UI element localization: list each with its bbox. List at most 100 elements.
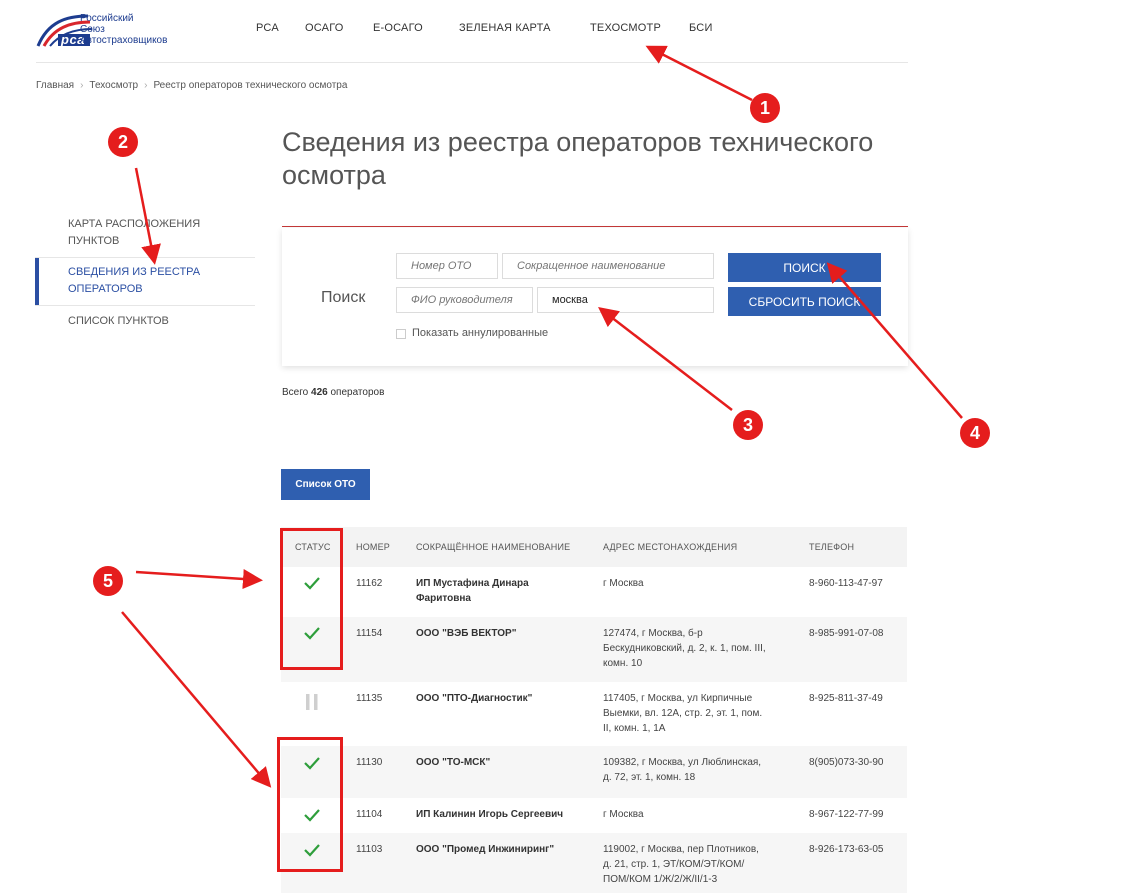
- row-number: 11104: [356, 809, 383, 820]
- row-address-line: 117405, г Москва, ул Кирпичные: [603, 693, 753, 704]
- nav-item-green-card[interactable]: ЗЕЛЕНАЯ КАРТА: [459, 22, 551, 34]
- breadcrumb-tehosmotr[interactable]: Техосмотр: [89, 80, 138, 91]
- row-address-line: д. 21, стр. 1, ЭТ/КОМ/ЭТ/КОМ/: [603, 859, 745, 870]
- director-name-input[interactable]: [396, 287, 533, 313]
- table-row[interactable]: 11135 ООО "ПТО-Диагностик" 117405, г Мос…: [281, 682, 907, 746]
- row-name-line: ООО "ТО-МСК": [416, 757, 491, 768]
- column-header-name: СОКРАЩЁННОЕ НАИМЕНОВАНИЕ: [416, 542, 571, 552]
- sidebar-item-map[interactable]: КАРТА РАСПОЛОЖЕНИЯ ПУНКТОВ: [35, 216, 255, 250]
- breadcrumb-current: Реестр операторов технического осмотра: [153, 80, 348, 91]
- row-address-line: д. 72, эт. 1, комн. 18: [603, 772, 696, 783]
- table-row[interactable]: 11130 ООО "ТО-МСК" 109382, г Москва, ул …: [281, 746, 907, 798]
- oto-list-button[interactable]: Список ОТО: [281, 469, 370, 500]
- row-address-line: 109382, г Москва, ул Люблинская,: [603, 757, 762, 768]
- nav-item-bsi[interactable]: БСИ: [689, 22, 713, 34]
- show-annulled-label: Показать аннулированные: [412, 327, 549, 339]
- annotation-arrow: [645, 45, 753, 102]
- annotation-arrow: [135, 569, 263, 589]
- row-name-line: ООО "ПТО-Диагностик": [416, 693, 533, 704]
- brand-name-line: Союз: [80, 24, 105, 35]
- row-number: 11130: [356, 757, 383, 768]
- row-phone: 8(905)073-30-90: [809, 757, 884, 768]
- sidebar-item-registry[interactable]: СВЕДЕНИЯ ИЗ РЕЕСТРА ОПЕРАТОРОВ: [35, 258, 255, 305]
- row-address-line: г Москва: [603, 578, 644, 589]
- row-address-line: 127474, г Москва, б-р: [603, 628, 703, 639]
- row-address-line: комн. 10: [603, 658, 643, 669]
- row-address-line: Бескудниковский, д. 2, к. 1, пом. III,: [603, 643, 766, 654]
- nav-item-tehosmotr[interactable]: ТЕХОСМОТР: [590, 22, 661, 34]
- row-address: 109382, г Москва, ул Люблинская, д. 72, …: [603, 755, 803, 785]
- column-header-phone: ТЕЛЕФОН: [809, 542, 855, 552]
- sidebar-item-label: СПИСОК ПУНКТОВ: [68, 315, 169, 327]
- sidebar-item-label: ОПЕРАТОРОВ: [68, 283, 143, 295]
- row-name-line: Фаритовна: [416, 593, 471, 604]
- row-name[interactable]: ИП Мустафина Динара Фаритовна: [416, 576, 596, 606]
- nav-item-osago[interactable]: ОСАГО: [305, 22, 344, 34]
- search-label: Поиск: [321, 289, 366, 306]
- total-count: 426: [311, 387, 328, 398]
- page-title: Сведения из реестра операторов техническ…: [282, 126, 922, 192]
- row-address: 119002, г Москва, пер Плотников, д. 21, …: [603, 842, 803, 887]
- search-button[interactable]: ПОИСК: [728, 253, 881, 282]
- row-address-line: 119002, г Москва, пер Плотников,: [603, 844, 759, 855]
- pause-icon: [306, 694, 318, 710]
- row-name[interactable]: ООО "Промед Инжиниринг": [416, 842, 606, 857]
- sidebar-item-label: ПУНКТОВ: [68, 235, 120, 247]
- table-row[interactable]: 11162 ИП Мустафина Динара Фаритовна г Мо…: [281, 567, 907, 617]
- row-name[interactable]: ООО "ТО-МСК": [416, 755, 596, 770]
- row-phone: 8-960-113-47-97: [809, 578, 883, 589]
- row-phone: 8-967-122-77-99: [809, 809, 884, 820]
- page-title-line: Сведения из реестра операторов техническ…: [282, 127, 874, 157]
- header-divider: [36, 62, 908, 63]
- brand-name-line: Автостраховщиков: [80, 35, 168, 46]
- results-total: Всего 426 операторов: [282, 387, 384, 398]
- row-name-line: ООО "Промед Инжиниринг": [416, 844, 555, 855]
- row-address-line: Выемки, вл. 12А, стр. 2, эт. 1, пом.: [603, 708, 763, 719]
- row-address-line: II, комн. 1, 1А: [603, 723, 666, 734]
- annotation-badge: 3: [733, 410, 763, 440]
- table-row[interactable]: 11103 ООО "Промед Инжиниринг" 119002, г …: [281, 833, 907, 893]
- annotation-badge: 5: [93, 566, 123, 596]
- row-name-line: ИП Мустафина Динара: [416, 578, 529, 589]
- nav-item-rsa[interactable]: РСА: [256, 22, 279, 34]
- annotation-arrow: [121, 611, 272, 788]
- chevron-right-icon: ›: [80, 80, 84, 91]
- sidebar-item-label: КАРТА РАСПОЛОЖЕНИЯ: [68, 218, 201, 230]
- annotation-highlight-box: [277, 737, 343, 872]
- total-suffix: операторов: [330, 387, 385, 398]
- breadcrumb: Главная › Техосмотр › Реестр операторов …: [36, 80, 347, 91]
- row-address: 127474, г Москва, б-р Бескудниковский, д…: [603, 626, 803, 671]
- table-row[interactable]: 11104 ИП Калинин Игорь Сергеевич г Москв…: [281, 798, 907, 833]
- oto-number-input[interactable]: [396, 253, 498, 279]
- row-number: 11154: [356, 628, 383, 639]
- address-input[interactable]: [537, 287, 714, 313]
- column-header-number: НОМЕР: [356, 542, 391, 552]
- table-header: СТАТУС НОМЕР СОКРАЩЁННОЕ НАИМЕНОВАНИЕ АД…: [281, 527, 907, 567]
- annotation-badge: 2: [108, 127, 138, 157]
- show-annulled-checkbox[interactable]: [396, 329, 406, 339]
- short-name-input[interactable]: [502, 253, 714, 279]
- annotation-badge: 4: [960, 418, 990, 448]
- title-divider: [282, 226, 908, 227]
- sidebar-divider: [35, 305, 255, 306]
- breadcrumb-home[interactable]: Главная: [36, 80, 74, 91]
- row-name-line: ИП Калинин Игорь Сергеевич: [416, 809, 564, 820]
- sidebar-item-points-list[interactable]: СПИСОК ПУНКТОВ: [35, 313, 255, 330]
- page-title-line: осмотра: [282, 160, 386, 190]
- sidebar-item-label: СВЕДЕНИЯ ИЗ РЕЕСТРА: [68, 266, 201, 278]
- brand-name-line: Российский: [80, 13, 134, 24]
- operators-table: СТАТУС НОМЕР СОКРАЩЁННОЕ НАИМЕНОВАНИЕ АД…: [281, 527, 907, 893]
- row-number: 11135: [356, 693, 383, 704]
- row-name[interactable]: ООО "ПТО-Диагностик": [416, 691, 596, 706]
- row-address: г Москва: [603, 807, 803, 822]
- row-number: 11103: [356, 844, 383, 855]
- total-prefix: Всего: [282, 387, 309, 398]
- table-row[interactable]: 11154 ООО "ВЭБ ВЕКТОР" 127474, г Москва,…: [281, 617, 907, 682]
- row-phone: 8-985-991-07-08: [809, 628, 884, 639]
- reset-search-button[interactable]: СБРОСИТЬ ПОИСК: [728, 287, 881, 316]
- row-name[interactable]: ООО "ВЭБ ВЕКТОР": [416, 626, 596, 641]
- row-name[interactable]: ИП Калинин Игорь Сергеевич: [416, 807, 606, 822]
- brand-name: Российский Союз Автостраховщиков: [80, 13, 167, 46]
- row-address-line: ПОМ/КОМ 1/Ж/2/Ж/II/1-3: [603, 874, 718, 885]
- nav-item-e-osago[interactable]: Е-ОСАГО: [373, 22, 423, 34]
